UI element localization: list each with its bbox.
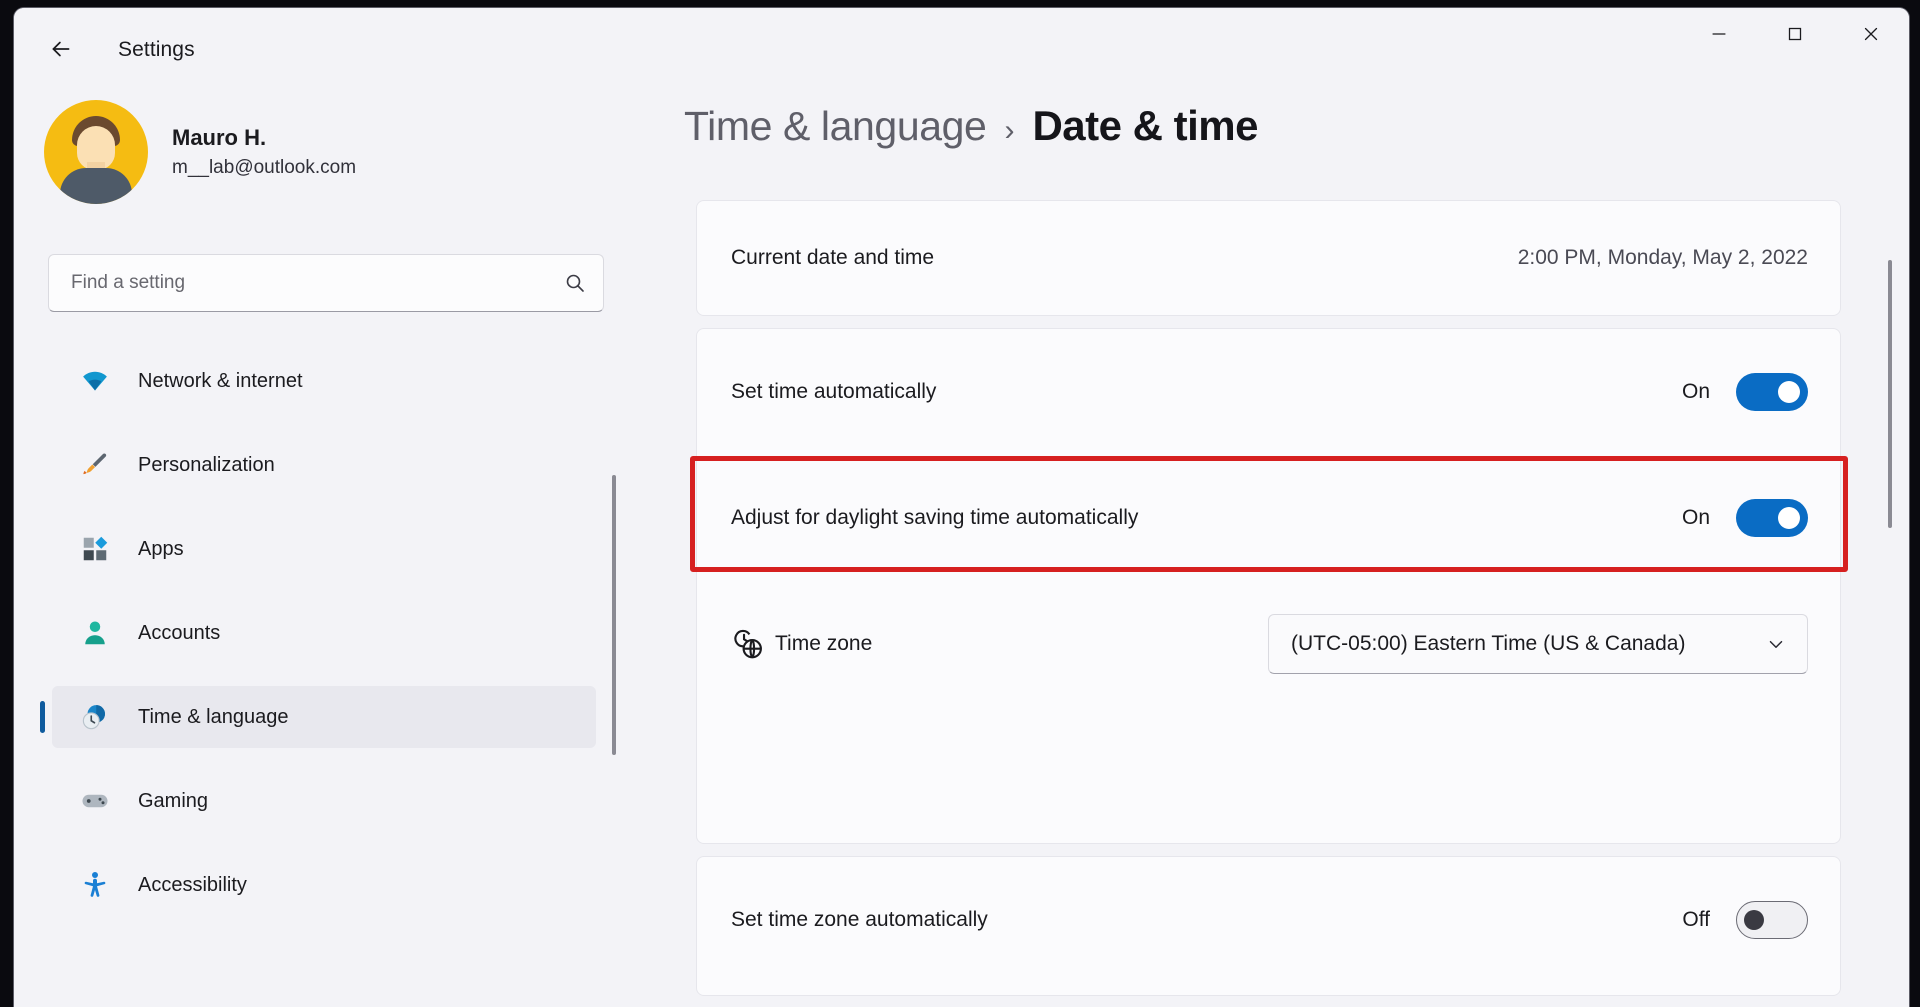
sidebar-item-label: Personalization (138, 453, 275, 476)
current-date-time-label: Current date and time (731, 246, 935, 269)
wifi-icon (78, 364, 112, 398)
sidebar: Mauro H. m__lab@outlook.com Network & in… (14, 80, 634, 1007)
search-input[interactable] (49, 272, 547, 294)
apps-grid-icon (78, 532, 112, 566)
time-zone-dropdown[interactable]: (UTC-05:00) Eastern Time (US & Canada) (1268, 614, 1808, 674)
sidebar-item-label: Gaming (138, 789, 209, 812)
breadcrumb-parent[interactable]: Time & language (684, 103, 987, 150)
maximize-icon (1784, 23, 1806, 50)
settings-window: Settings Mauro H. m__lab@outlook.com Fin… (14, 8, 1909, 1007)
sidebar-nav: Network & internet Personalization Apps … (14, 350, 634, 938)
sidebar-item-gaming[interactable]: Gaming (52, 770, 596, 832)
account-email: m__lab@outlook.com (172, 157, 357, 178)
breadcrumb: Time & language › Date & time (684, 102, 1259, 150)
content-scrollbar[interactable] (1888, 260, 1892, 528)
sidebar-item-accessibility[interactable]: Accessibility (52, 854, 596, 916)
sidebar-item-label: Accounts (138, 621, 221, 644)
sidebar-item-network-internet[interactable]: Network & internet (52, 350, 596, 412)
time-zone-row: Time zone (UTC-05:00) Eastern Time (US &… (697, 581, 1840, 707)
set-time-automatically-label: Set time automatically (731, 380, 937, 403)
app-title: Settings (118, 38, 195, 61)
paintbrush-icon (78, 448, 112, 482)
current-date-time-value: 2:00 PM, Monday, May 2, 2022 (1517, 246, 1808, 269)
adjust-dst-automatically-state: On (1681, 506, 1710, 529)
minimize-button[interactable] (1681, 8, 1757, 64)
search-box[interactable] (48, 254, 604, 312)
breadcrumb-separator: › (1004, 114, 1015, 147)
chevron-down-icon (1763, 633, 1789, 655)
back-arrow-icon (48, 36, 74, 67)
close-icon (1860, 23, 1882, 50)
back-button[interactable] (40, 30, 82, 72)
sidebar-item-accounts[interactable]: Accounts (52, 602, 596, 664)
set-time-automatically-state: On (1681, 380, 1710, 403)
clock-globe-icon (731, 627, 775, 661)
sidebar-item-label: Apps (138, 537, 184, 560)
gamepad-icon (78, 784, 112, 818)
title-bar: Settings (14, 8, 1909, 80)
set-time-zone-automatically-label: Set time zone automatically (731, 908, 988, 931)
adjust-dst-automatically-row: Adjust for daylight saving time automati… (697, 455, 1840, 581)
close-button[interactable] (1833, 8, 1909, 64)
avatar (44, 100, 148, 204)
set-time-zone-automatically-state: Off (1682, 908, 1710, 931)
set-time-automatically-row: Set time automatically On (697, 329, 1840, 455)
sidebar-item-label: Network & internet (138, 369, 303, 392)
current-date-time-card: Current date and time 2:00 PM, Monday, M… (696, 200, 1841, 316)
sidebar-item-personalization[interactable]: Personalization (52, 434, 596, 496)
time-settings-card: Set time automatically On Adjust for day… (696, 328, 1841, 844)
maximize-button[interactable] (1757, 8, 1833, 64)
account-summary[interactable]: Mauro H. m__lab@outlook.com (44, 100, 356, 204)
sidebar-scrollbar[interactable] (612, 475, 616, 755)
minimize-icon (1708, 23, 1730, 50)
page-title: Date & time (1032, 102, 1259, 149)
current-date-time-row: Current date and time 2:00 PM, Monday, M… (697, 201, 1840, 315)
person-icon (78, 616, 112, 650)
search-icon[interactable] (547, 271, 603, 295)
account-name: Mauro H. (172, 125, 267, 150)
time-zone-selected-value: (UTC-05:00) Eastern Time (US & Canada) (1291, 632, 1686, 655)
set-time-zone-automatically-card: Set time zone automatically Off (696, 856, 1841, 996)
set-time-zone-automatically-row: Set time zone automatically Off (697, 857, 1840, 983)
sidebar-item-label: Time & language (138, 705, 289, 728)
set-time-zone-automatically-toggle[interactable] (1736, 901, 1808, 939)
sidebar-item-time-language[interactable]: Time & language (40, 686, 596, 748)
time-zone-label: Time zone (775, 632, 873, 655)
adjust-dst-automatically-label: Adjust for daylight saving time automati… (731, 506, 1139, 529)
clock-globe-icon (78, 700, 112, 734)
sidebar-item-apps[interactable]: Apps (52, 518, 596, 580)
adjust-dst-automatically-toggle[interactable] (1736, 499, 1808, 537)
content-pane: Time & language › Date & time Current da… (634, 80, 1909, 1007)
accessibility-icon (78, 868, 112, 902)
set-time-automatically-toggle[interactable] (1736, 373, 1808, 411)
sidebar-item-label: Accessibility (138, 873, 247, 896)
